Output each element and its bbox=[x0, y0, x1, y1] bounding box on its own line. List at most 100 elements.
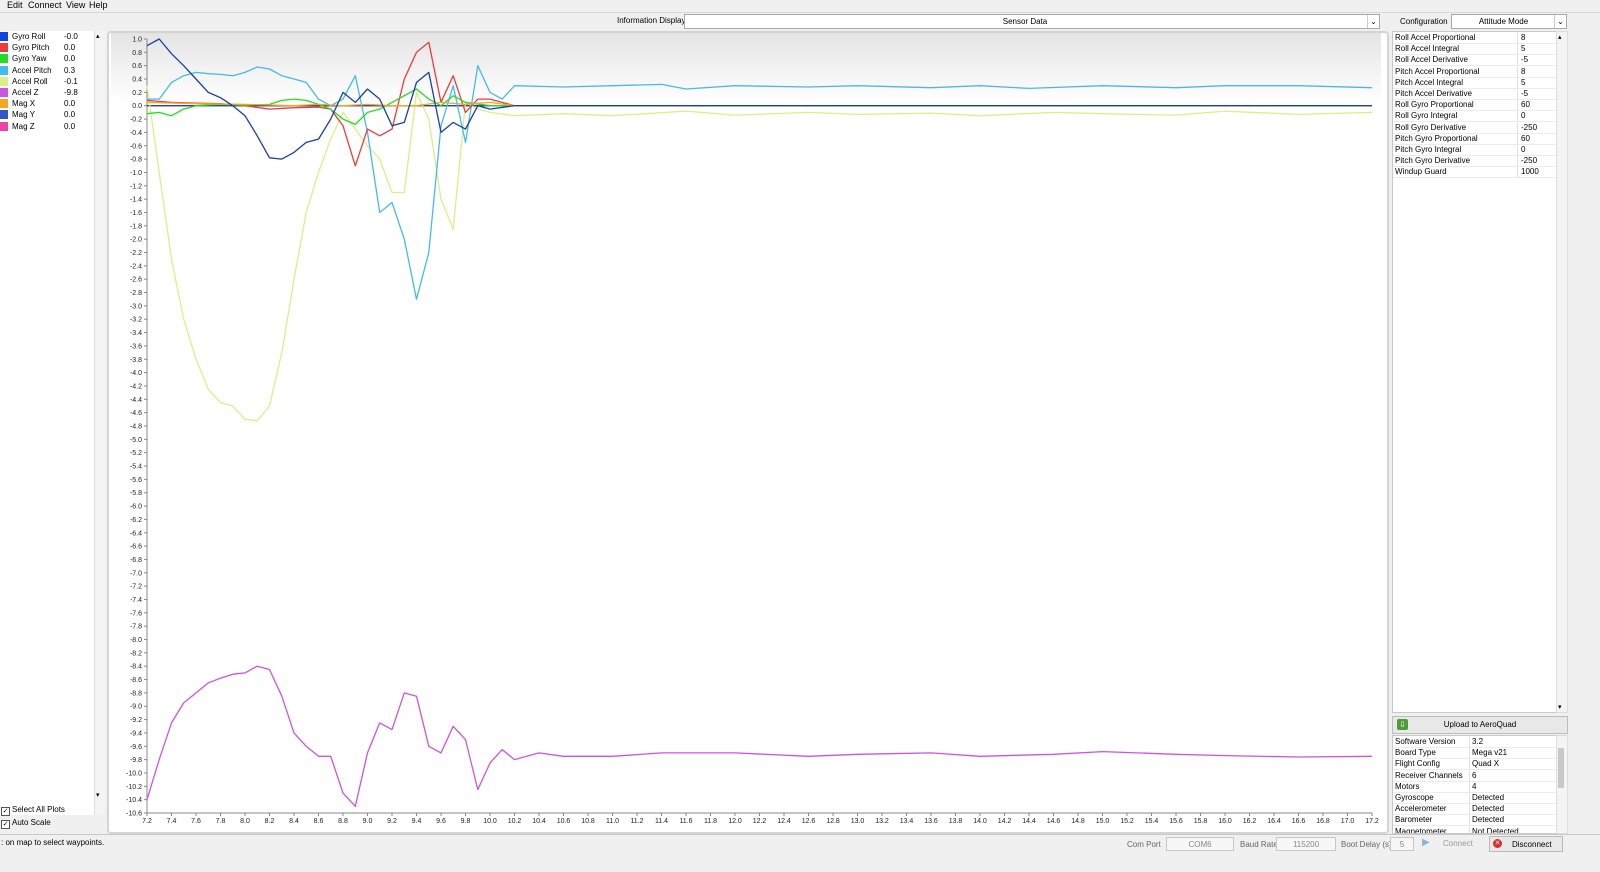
y-tick-label: -5.4 bbox=[130, 464, 142, 471]
config-row[interactable]: Pitch Gyro Proportional 60 bbox=[1393, 133, 1557, 145]
y-tick-label: -9.6 bbox=[130, 744, 142, 751]
chevron-down-icon[interactable]: ⌄ bbox=[1554, 15, 1566, 28]
information-display-select[interactable]: Sensor Data ⌄ bbox=[684, 14, 1380, 29]
x-tick-label: 12.4 bbox=[777, 818, 791, 825]
scroll-thumb[interactable] bbox=[1558, 748, 1564, 788]
legend-row[interactable]: Gyro Pitch 0.0 bbox=[0, 42, 92, 53]
legend-value: 0.0 bbox=[64, 43, 76, 53]
info-name: Barometer bbox=[1395, 815, 1470, 826]
board-info-table: Software Version 3.2 Board Type Mega v21 Fli… bbox=[1392, 735, 1558, 834]
sensor-chart[interactable]: 1.0 0.8 0.6 0.4 0.2 0.0 -0.2 -0.4 -0.6 -0.8 -1.0 -1… bbox=[107, 31, 1385, 830]
y-tick-label: -4.2 bbox=[130, 383, 142, 390]
configuration-table[interactable]: Roll Accel Proportional 8 Roll Accel Integ… bbox=[1392, 31, 1558, 713]
x-tick-label: 9.4 bbox=[412, 818, 422, 825]
config-name: Roll Gyro Derivative bbox=[1395, 122, 1518, 133]
legend-name: Accel Roll bbox=[12, 76, 48, 86]
menu-help[interactable]: Help bbox=[89, 0, 108, 10]
info-row: Board Type Mega v21 bbox=[1393, 747, 1557, 760]
menu-connect[interactable]: Connect bbox=[28, 0, 62, 10]
config-value[interactable]: 0 bbox=[1521, 145, 1525, 154]
legend-row[interactable]: Accel Pitch 0.3 bbox=[0, 65, 92, 76]
config-name: Pitch Gyro Proportional bbox=[1395, 133, 1518, 144]
legend-row[interactable]: Gyro Yaw 0.0 bbox=[0, 53, 92, 64]
info-value: 6 bbox=[1472, 770, 1477, 780]
config-row[interactable]: Roll Gyro Integral 0 bbox=[1393, 110, 1557, 123]
config-value[interactable]: 1000 bbox=[1521, 167, 1539, 176]
scroll-up-icon[interactable]: ▴ bbox=[96, 32, 100, 40]
y-tick-label: -9.4 bbox=[130, 730, 142, 737]
auto-scale-checkbox[interactable]: ✓ Auto Scale bbox=[1, 818, 51, 829]
upload-button[interactable]: ⇩ Upload to AeroQuad bbox=[1392, 716, 1568, 734]
menu-view[interactable]: View bbox=[66, 0, 85, 10]
y-tick-label: -2.0 bbox=[130, 237, 142, 244]
y-tick-label: -2.6 bbox=[130, 277, 142, 284]
select-all-plots-checkbox[interactable]: ✓ Select All Plots bbox=[1, 805, 65, 816]
config-name: Roll Gyro Proportional bbox=[1395, 100, 1518, 111]
config-value[interactable]: 5 bbox=[1521, 78, 1525, 87]
y-tick-label: -10.6 bbox=[126, 811, 142, 818]
board-info-scrollbar[interactable] bbox=[1556, 735, 1568, 834]
scroll-up-icon[interactable]: ▴ bbox=[1558, 33, 1562, 41]
config-value[interactable]: 0 bbox=[1521, 111, 1525, 120]
config-row[interactable]: Pitch Gyro Derivative -250 bbox=[1393, 155, 1557, 168]
config-value[interactable]: -250 bbox=[1521, 123, 1537, 132]
x-tick-label: 8.6 bbox=[314, 818, 324, 825]
config-row[interactable]: Roll Accel Derivative -5 bbox=[1393, 54, 1557, 67]
legend-swatch bbox=[0, 54, 8, 64]
config-name: Roll Accel Proportional bbox=[1395, 33, 1518, 43]
config-value[interactable]: 8 bbox=[1521, 67, 1525, 76]
legend-name: Mag Z bbox=[12, 121, 35, 131]
config-row[interactable]: Windup Guard 1000 bbox=[1393, 166, 1557, 179]
x-tick-label: 9.8 bbox=[461, 818, 471, 825]
config-value[interactable]: -250 bbox=[1521, 156, 1537, 165]
config-value[interactable]: 5 bbox=[1521, 44, 1525, 53]
legend-row[interactable]: Gyro Roll -0.0 bbox=[0, 31, 92, 42]
boot-delay-label: Boot Delay (s) bbox=[1341, 840, 1392, 849]
disconnect-button[interactable]: ✕ Disconnect bbox=[1489, 836, 1563, 852]
y-tick-label: 0.8 bbox=[132, 50, 142, 57]
x-tick-label: 11.4 bbox=[655, 818, 668, 825]
config-row[interactable]: Pitch Accel Derivative -5 bbox=[1393, 88, 1557, 100]
connect-button[interactable]: ▶ Connect bbox=[1417, 836, 1483, 850]
x-tick-label: 13.2 bbox=[875, 818, 889, 825]
x-tick-label: 14.4 bbox=[1022, 818, 1036, 825]
config-value[interactable]: 60 bbox=[1521, 100, 1530, 109]
menu-edit[interactable]: Edit bbox=[7, 0, 23, 10]
scroll-down-icon[interactable]: ▾ bbox=[1558, 703, 1562, 711]
config-value[interactable]: 8 bbox=[1521, 33, 1525, 42]
info-value: 4 bbox=[1472, 781, 1477, 791]
config-row[interactable]: Roll Gyro Derivative -250 bbox=[1393, 122, 1557, 134]
mode-select[interactable]: Attitude Mode ⌄ bbox=[1451, 14, 1567, 29]
y-tick-label: -3.8 bbox=[130, 357, 142, 364]
legend-row[interactable]: Accel Z -9.8 bbox=[0, 87, 92, 98]
y-tick-label: -1.8 bbox=[130, 223, 142, 230]
scroll-down-icon[interactable]: ▾ bbox=[96, 791, 100, 799]
legend-row[interactable]: Mag Y 0.0 bbox=[0, 109, 92, 120]
x-tick-label: 8.0 bbox=[240, 818, 250, 825]
config-row[interactable]: Roll Gyro Proportional 60 bbox=[1393, 99, 1557, 112]
configuration-scrollbar[interactable]: ▴ ▾ bbox=[1556, 31, 1568, 713]
info-row: Gyroscope Detected bbox=[1393, 792, 1557, 804]
config-value[interactable]: 60 bbox=[1521, 134, 1530, 143]
config-row[interactable]: Pitch Gyro Integral 0 bbox=[1393, 144, 1557, 156]
config-row[interactable]: Pitch Accel Proportional 8 bbox=[1393, 66, 1557, 78]
legend-scrollbar[interactable]: ▴ ▾ bbox=[94, 31, 105, 815]
legend-swatch bbox=[0, 76, 8, 86]
config-row[interactable]: Roll Accel Proportional 8 bbox=[1393, 32, 1557, 44]
legend-value: 0.3 bbox=[64, 65, 76, 75]
chevron-down-icon[interactable]: ⌄ bbox=[1367, 15, 1379, 28]
config-value[interactable]: -5 bbox=[1521, 55, 1528, 64]
legend-row[interactable]: Accel Roll -0.1 bbox=[0, 76, 92, 87]
config-value[interactable]: -5 bbox=[1521, 89, 1528, 98]
baud-rate-select[interactable]: 115200 bbox=[1276, 837, 1336, 851]
info-name: Accelerometer bbox=[1395, 804, 1470, 815]
legend-row[interactable]: Mag X 0.0 bbox=[0, 98, 92, 109]
boot-delay-field[interactable]: 5 bbox=[1390, 837, 1414, 851]
legend-name: Gyro Yaw bbox=[12, 54, 47, 64]
legend-row[interactable]: Mag Z 0.0 bbox=[0, 121, 92, 132]
y-tick-label: -2.2 bbox=[130, 250, 142, 257]
config-row[interactable]: Pitch Accel Integral 5 bbox=[1393, 77, 1557, 89]
config-row[interactable]: Roll Accel Integral 5 bbox=[1393, 43, 1557, 56]
info-row: Accelerometer Detected bbox=[1393, 803, 1557, 816]
com-port-select[interactable]: COM6 bbox=[1166, 837, 1234, 851]
